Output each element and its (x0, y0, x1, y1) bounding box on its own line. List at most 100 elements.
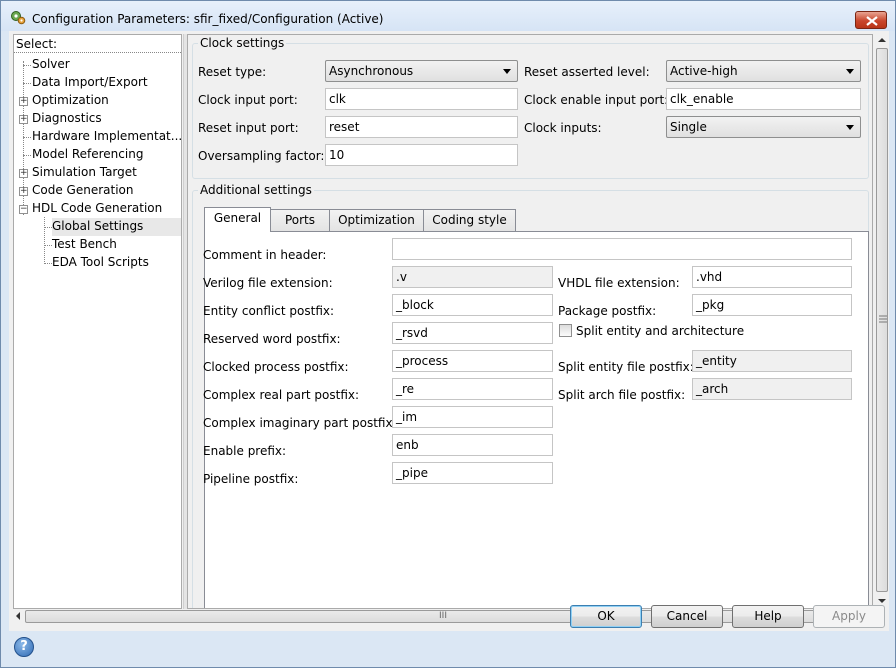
reserved-word-label: Reserved word postfix: (203, 332, 341, 346)
tree-header: Select: (14, 35, 181, 53)
clock-settings-title: Clock settings (198, 36, 287, 50)
tree-item-hdl-code-generation[interactable]: HDL Code Generation (32, 200, 162, 218)
scroll-left-icon[interactable] (15, 612, 21, 620)
reset-level-dropdown[interactable]: Active-high (666, 60, 861, 82)
clocked-process-label: Clocked process postfix: (203, 360, 349, 374)
vertical-scroll-thumb[interactable] (876, 48, 888, 592)
expand-icon[interactable]: + (19, 97, 28, 106)
tree-connector (23, 155, 31, 156)
tree-connector (44, 227, 52, 228)
pipeline-postfix-label: Pipeline postfix: (203, 472, 299, 486)
tab-general[interactable]: General (204, 207, 271, 232)
ok-button[interactable]: OK (570, 605, 642, 628)
window-title: Configuration Parameters: sfir_fixed/Con… (32, 12, 384, 26)
reset-type-dropdown[interactable]: Asynchronous (325, 60, 518, 82)
complex-imag-field[interactable]: _im (392, 406, 553, 428)
tree-connector (44, 245, 52, 246)
settings-pane: Clock settings Reset type: Asynchronous … (187, 34, 873, 609)
vertical-scrollbar[interactable] (875, 34, 889, 609)
tree-item-data-import-export[interactable]: Data Import/Export (32, 74, 148, 92)
entity-conflict-label: Entity conflict postfix: (203, 304, 335, 318)
scroll-up-icon[interactable] (878, 37, 886, 43)
dialog-client-area: Select: Solver Data Import/Export + Opti… (9, 31, 889, 631)
reset-input-field[interactable]: reset (325, 116, 518, 138)
complex-real-label: Complex real part postfix: (203, 388, 360, 402)
clock-inputs-label: Clock inputs: (524, 121, 602, 135)
tree-item-diagnostics[interactable]: Diagnostics (32, 110, 102, 128)
cancel-button[interactable]: Cancel (651, 605, 723, 628)
simulink-gear-icon (11, 11, 26, 25)
oversampling-field[interactable]: 10 (325, 144, 518, 166)
tree-item-hardware-implementation[interactable]: Hardware Implementat... (32, 128, 182, 146)
oversampling-label: Oversampling factor: (198, 149, 325, 163)
clock-inputs-value: Single (670, 120, 707, 134)
clock-input-field[interactable]: clk (325, 88, 518, 110)
title-bar: Configuration Parameters: sfir_fixed/Con… (1, 1, 895, 31)
tree-item-test-bench[interactable]: Test Bench (52, 236, 117, 254)
tree-connector (23, 83, 31, 84)
chevron-down-icon (503, 69, 511, 74)
additional-settings-title: Additional settings (198, 183, 314, 197)
tree-item-simulation-target[interactable]: Simulation Target (32, 164, 137, 182)
split-arch-field[interactable]: _arch (692, 378, 852, 400)
verilog-ext-label: Verilog file extension: (203, 276, 333, 290)
verilog-ext-field[interactable]: .v (392, 266, 553, 288)
chevron-down-icon (846, 125, 854, 130)
clocked-process-field[interactable]: _process (392, 350, 553, 372)
reserved-word-field[interactable]: _rsvd (392, 322, 553, 344)
clock-enable-field[interactable]: clk_enable (666, 88, 861, 110)
tree-item-eda-tool-scripts[interactable]: EDA Tool Scripts (52, 254, 149, 272)
package-postfix-label: Package postfix: (558, 304, 657, 318)
enable-prefix-field[interactable]: enb (392, 434, 553, 456)
complex-real-field[interactable]: _re (392, 378, 553, 400)
reset-input-label: Reset input port: (198, 121, 299, 135)
tree-item-model-referencing[interactable]: Model Referencing (32, 146, 143, 164)
tab-optimization[interactable]: Optimization (329, 209, 424, 231)
package-postfix-field[interactable]: _pkg (692, 294, 852, 316)
close-icon (866, 16, 878, 26)
apply-button[interactable]: Apply (813, 605, 885, 628)
split-entity-file-label: Split entity file postfix: (558, 360, 694, 374)
config-parameters-window: Configuration Parameters: sfir_fixed/Con… (0, 0, 896, 668)
scroll-down-icon[interactable] (878, 598, 886, 604)
split-entity-label[interactable]: Split entity and architecture (576, 323, 744, 339)
help-question-icon[interactable]: ? (14, 637, 34, 657)
split-arch-label: Split arch file postfix: (558, 388, 686, 402)
expand-icon[interactable]: + (19, 115, 28, 124)
comment-field[interactable] (392, 238, 852, 260)
clock-enable-label: Clock enable input port: (524, 93, 669, 107)
tree-item-code-generation[interactable]: Code Generation (32, 182, 133, 200)
entity-conflict-field[interactable]: _block (392, 294, 553, 316)
reset-type-label: Reset type: (198, 65, 267, 79)
vhdl-ext-field[interactable]: .vhd (692, 266, 852, 288)
tree-connector (23, 137, 31, 138)
tree-item-global-settings[interactable]: Global Settings (52, 218, 181, 236)
complex-imag-label: Complex imaginary part postfix: (203, 416, 397, 430)
tree-connector (23, 65, 31, 66)
clock-input-label: Clock input port: (198, 93, 298, 107)
tree-connector (44, 217, 45, 262)
tree-item-solver[interactable]: Solver (32, 56, 70, 74)
reset-level-value: Active-high (670, 64, 738, 78)
pipeline-postfix-field[interactable]: _pipe (392, 462, 553, 484)
tab-ports[interactable]: Ports (270, 209, 330, 231)
clock-inputs-dropdown[interactable]: Single (666, 116, 861, 138)
split-entity-file-field[interactable]: _entity (692, 350, 852, 372)
close-button[interactable] (855, 11, 887, 29)
grip-icon (879, 315, 887, 323)
collapse-icon[interactable]: − (19, 205, 28, 214)
vhdl-ext-label: VHDL file extension: (558, 276, 680, 290)
comment-label: Comment in header: (203, 248, 327, 262)
tree-connector (44, 263, 52, 264)
chevron-down-icon (846, 69, 854, 74)
split-entity-checkbox[interactable] (559, 324, 572, 337)
help-button[interactable]: Help (732, 605, 804, 628)
expand-icon[interactable]: + (19, 169, 28, 178)
reset-level-label: Reset asserted level: (524, 65, 650, 79)
tree-item-optimization[interactable]: Optimization (32, 92, 109, 110)
reset-type-value: Asynchronous (329, 64, 414, 78)
enable-prefix-label: Enable prefix: (203, 444, 287, 458)
category-tree: Select: Solver Data Import/Export + Opti… (13, 34, 182, 609)
tab-coding-style[interactable]: Coding style (423, 209, 516, 231)
expand-icon[interactable]: + (19, 187, 28, 196)
